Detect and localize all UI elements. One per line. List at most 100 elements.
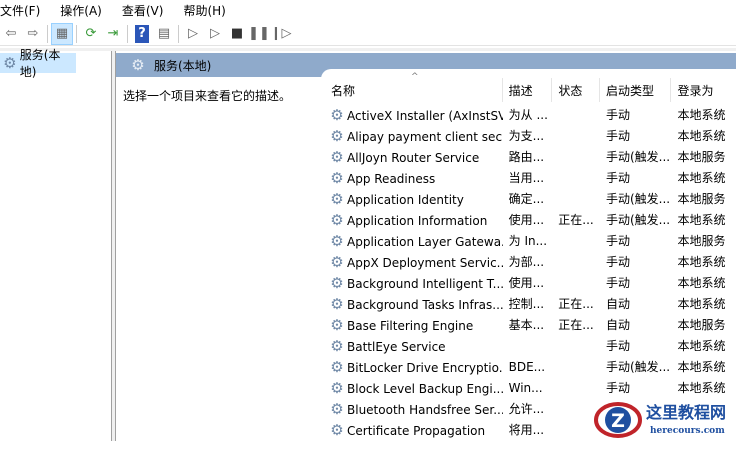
- cell-name: BitLocker Drive Encryptio...: [347, 360, 503, 375]
- cell-startup-type: 手动(触发...: [605, 192, 671, 206]
- main-area: ⚙ 服务(本地) ⚙ 服务(本地) 选择一个项目来查看它的描述。 名称 ^ 描述 状态…: [0, 48, 736, 449]
- service-row[interactable]: ⚙ BitLocker Drive Encryptio... BDE... 手动(触发…: [321, 356, 736, 377]
- cell-name: Application Information: [347, 213, 488, 228]
- cell-startup-type: 自动: [605, 297, 630, 311]
- cell-name: Application Layer Gatewa...: [347, 234, 503, 249]
- cell-description: Win...: [508, 380, 543, 395]
- service-row[interactable]: ⚙ AppX Deployment Servic... 为部... 手动 本地系统: [321, 251, 736, 272]
- column-header-1[interactable]: 描述: [503, 78, 553, 102]
- cell-description: 将用...: [508, 423, 545, 437]
- help-icon[interactable]: ?: [135, 24, 149, 43]
- service-gear-icon: ⚙: [330, 232, 344, 249]
- service-row[interactable]: ⚙ Application Information 使用... 正在... 手动(触发.…: [321, 209, 736, 230]
- cell-name: Background Intelligent T...: [347, 276, 503, 291]
- cell-startup-type: 手动(触发...: [605, 213, 671, 227]
- cell-log-on-as: 本地系统: [677, 213, 726, 227]
- forward-arrow-icon[interactable]: ⇨: [22, 23, 44, 45]
- cell-name: Alipay payment client sec...: [347, 129, 503, 144]
- start-icon[interactable]: ▷: [182, 23, 204, 45]
- cell-startup-type: 自动: [605, 318, 630, 332]
- sort-ascending-icon: ^: [411, 72, 419, 82]
- column-header-2[interactable]: 状态: [552, 78, 600, 102]
- service-row[interactable]: ⚙ BattlEye Service 手动 本地系统: [321, 335, 736, 356]
- service-row[interactable]: ⚙ ActiveX Installer (AxInstSV) 为从 ... 手动 本地系…: [321, 104, 736, 125]
- gear-icon: ⚙: [3, 54, 17, 72]
- column-header-row: 名称 ^ 描述 状态 启动类型 登录为: [321, 72, 736, 102]
- console-tree: ⚙ 服务(本地): [0, 48, 112, 441]
- svg-text:herecours.com: herecours.com: [650, 426, 725, 436]
- cell-log-on-as: 本地系统: [677, 129, 726, 143]
- cell-log-on-as: 本地系统: [677, 108, 726, 122]
- restart-icon[interactable]: ❙▷: [270, 23, 292, 45]
- service-gear-icon: ⚙: [330, 337, 344, 354]
- column-header-0[interactable]: 名称 ^: [321, 72, 503, 102]
- cell-startup-type: 手动: [605, 129, 630, 143]
- service-gear-icon: ⚙: [330, 295, 344, 312]
- column-header-4[interactable]: 登录为: [671, 78, 736, 102]
- cell-name: Block Level Backup Engi...: [347, 381, 503, 396]
- service-gear-icon: ⚙: [330, 421, 344, 438]
- cell-log-on-as: 本地系统: [677, 339, 726, 353]
- cell-name: Base Filtering Engine: [347, 318, 474, 333]
- svg-text:Z: Z: [611, 410, 625, 432]
- service-row[interactable]: ⚙ Base Filtering Engine 基本... 正在... 自动 本地服务: [321, 314, 736, 335]
- service-gear-icon: ⚙: [330, 148, 344, 165]
- service-gear-icon: ⚙: [330, 169, 344, 186]
- watermark-logo: Z 这里教程网 herecours.com: [594, 402, 726, 438]
- service-row[interactable]: ⚙ Background Intelligent T... 使用... 手动 本地系统: [321, 272, 736, 293]
- pause-icon[interactable]: ❚❚: [248, 23, 270, 45]
- cell-status: 正在...: [558, 297, 594, 311]
- cell-name: Application Identity: [347, 192, 464, 207]
- toolbar-separator: [47, 24, 48, 43]
- service-row[interactable]: ⚙ Application Identity 确定... 手动(触发... 本地服务: [321, 188, 736, 209]
- service-gear-icon: ⚙: [330, 211, 344, 228]
- cell-description: 为部...: [508, 255, 545, 269]
- menu-bar: 文件(F) 操作(A) 查看(V) 帮助(H): [0, 0, 736, 21]
- menu-item-3[interactable]: 帮助(H): [183, 2, 233, 19]
- service-row[interactable]: ⚙ Block Level Backup Engi... Win... 手动 本地系统: [321, 377, 736, 398]
- cell-log-on-as: 本地服务: [677, 234, 726, 248]
- menu-item-0[interactable]: 文件(F): [0, 2, 48, 19]
- panel-title: 服务(本地): [154, 58, 212, 73]
- service-row[interactable]: ⚙ Background Tasks Infras... 控制... 正在... 自动 本…: [321, 293, 736, 314]
- cell-startup-type: 手动: [605, 108, 630, 122]
- column-header-3[interactable]: 启动类型: [600, 78, 672, 102]
- toolbar-separator: [178, 24, 179, 43]
- show-action-pane-icon[interactable]: ▤: [153, 23, 175, 45]
- back-arrow-icon[interactable]: ⇦: [0, 23, 22, 45]
- cell-description: 使用...: [508, 276, 545, 290]
- cell-description: 允许...: [508, 402, 545, 416]
- start-alt-icon[interactable]: ▷: [204, 23, 226, 45]
- service-row[interactable]: ⚙ Alipay payment client sec... 为支... 手动 本地系统: [321, 125, 736, 146]
- toolbar-separator: [76, 24, 77, 43]
- cell-log-on-as: 本地系统: [677, 255, 726, 269]
- cell-status: 正在...: [558, 213, 594, 227]
- menu-item-1[interactable]: 操作(A): [60, 2, 110, 19]
- cell-name: BattlEye Service: [347, 339, 446, 354]
- cell-name: Background Tasks Infras...: [347, 297, 503, 312]
- service-row[interactable]: ⚙ Application Layer Gatewa... 为 In... 手动 本地服…: [321, 230, 736, 251]
- column-header-label: 描述: [508, 83, 533, 98]
- cell-startup-type: 手动: [605, 255, 630, 269]
- cell-log-on-as: 本地服务: [677, 318, 726, 332]
- service-gear-icon: ⚙: [330, 274, 344, 291]
- cell-startup-type: 手动: [605, 381, 630, 395]
- cell-description: 使用...: [508, 213, 545, 227]
- tree-item-services-local[interactable]: ⚙ 服务(本地): [0, 48, 76, 79]
- service-gear-icon: ⚙: [330, 358, 344, 375]
- cell-log-on-as: 本地系统: [677, 297, 726, 311]
- stop-icon[interactable]: ■: [226, 23, 248, 45]
- cell-description: 为支...: [508, 129, 545, 143]
- service-row[interactable]: ⚙ AllJoyn Router Service 路由... 手动(触发... 本地服务: [321, 146, 736, 167]
- description-text: 选择一个项目来查看它的描述。: [123, 89, 292, 103]
- svg-text:这里教程网: 这里教程网: [646, 403, 726, 422]
- show-hide-console-tree-icon[interactable]: ▦: [51, 22, 73, 45]
- service-row[interactable]: ⚙ App Readiness 当用... 手动 本地系统: [321, 167, 736, 188]
- column-header-label: 状态: [558, 83, 583, 98]
- export-list-icon[interactable]: ⇥: [102, 23, 124, 45]
- menu-item-2[interactable]: 查看(V): [122, 2, 172, 19]
- cell-description: 路由...: [508, 150, 545, 164]
- refresh-icon[interactable]: ⟳: [80, 23, 102, 45]
- column-header-label: 名称: [331, 83, 356, 98]
- cell-name: Bluetooth Handsfree Ser...: [347, 402, 503, 417]
